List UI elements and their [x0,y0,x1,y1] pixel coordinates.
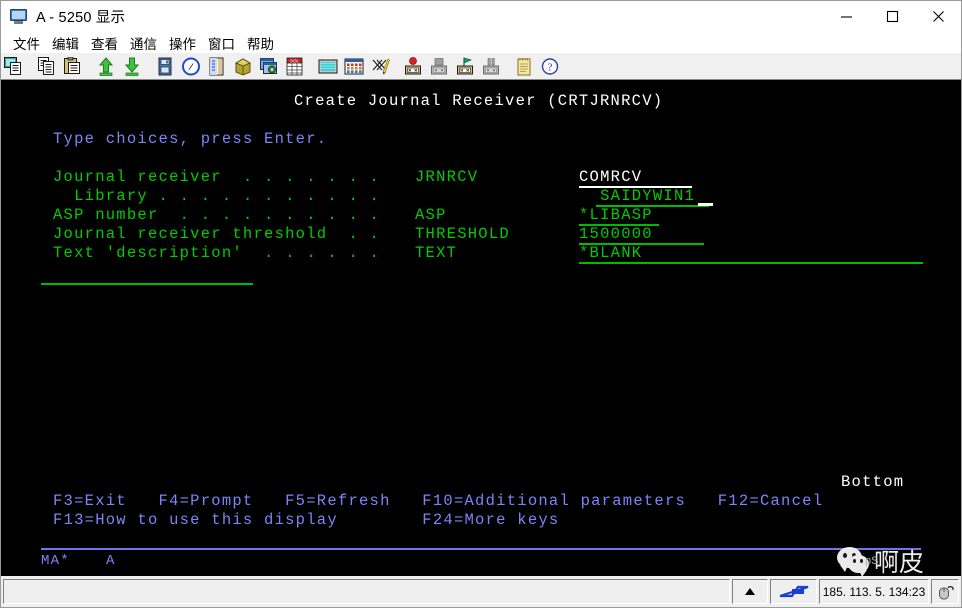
field-keyword-jrnrcv: JRNRCV [415,168,479,186]
field-underline-text-continued [41,283,253,285]
menu-edit[interactable]: 编辑 [46,33,85,53]
toolbar: SQL ? [1,53,961,80]
minimize-button[interactable] [823,1,869,32]
status-divider [41,548,921,550]
status-bar: 185. 113. 5. 134:23 [1,576,961,607]
field-label-threshold: Journal receiver threshold . . [53,225,381,243]
field-label-jrnrcv: Journal receiver . . . . . . . [53,168,381,186]
help-icon[interactable]: ? [537,54,563,79]
field-keyword-threshold: THRESHOLD [415,225,510,243]
close-button[interactable] [915,1,961,32]
title-bar-left: A - 5250 显示 [1,6,125,27]
field-value-threshold[interactable]: 1500000 [579,225,653,244]
screen-instruction: Type choices, press Enter. [53,130,328,148]
field-underline-text [579,262,923,264]
window-title: A - 5250 显示 [36,10,126,26]
watermark-text: 啊皮 [874,549,925,576]
send-file-icon[interactable] [93,54,119,79]
paste-icon[interactable] [60,54,86,79]
field-value-asp[interactable]: *LIBASP [579,206,653,225]
navigate-icon[interactable] [178,54,204,79]
toolbar-separator [504,54,511,79]
field-label-text: Text 'description' . . . . . . [53,244,381,262]
mouse-lock-icon[interactable] [931,579,959,604]
field-value-jrnrcv[interactable]: COMRCV [579,168,642,187]
status-indicator-a: A [106,553,116,569]
network-connected-icon[interactable] [770,579,817,604]
terminal-emulator-window: A - 5250 显示 文件 编辑 查看 通信 操作 窗口 帮助 SQL ? C… [0,0,962,608]
field-keyword-text: TEXT [415,244,458,262]
monitor-icon [10,8,28,25]
svg-text:SQL: SQL [290,58,300,63]
toolbar-separator [308,54,315,79]
terminal-screen[interactable]: Create Journal Receiver (CRTJRNRCV) Type… [1,80,961,576]
field-value-text[interactable]: *BLANK [579,244,642,263]
connection-address: 185. 113. 5. 134:23 [819,579,929,604]
save-icon[interactable] [152,54,178,79]
menu-file[interactable]: 文件 [7,33,46,53]
menu-bar: 文件 编辑 查看 通信 操作 窗口 帮助 [1,32,961,53]
screen-capture-icon[interactable] [315,54,341,79]
menu-communication[interactable]: 通信 [124,33,163,53]
stop-macro-icon[interactable] [426,54,452,79]
toolbar-separator [145,54,152,79]
receive-file-icon[interactable] [119,54,145,79]
display-icon[interactable] [204,54,230,79]
scroll-up-icon[interactable] [732,579,768,604]
watermark-subtext: pS [865,555,879,567]
toolbar-separator [27,54,34,79]
field-label-library: Library . . . . . . . . . . . [53,187,381,205]
menu-actions[interactable]: 操作 [163,33,202,53]
status-message-field [3,579,730,604]
title-bar: A - 5250 显示 [1,1,961,32]
svg-text:?: ? [548,61,553,73]
wechat-logo-icon: pS [837,547,878,576]
pause-macro-icon[interactable] [478,54,504,79]
toolbar-separator [86,54,93,79]
page-indicator: Bottom [841,473,905,491]
field-label-asp: ASP number . . . . . . . . . . [53,206,381,224]
menu-window[interactable]: 窗口 [202,33,241,53]
status-indicator-ma: MA* [41,553,70,569]
package-icon[interactable] [230,54,256,79]
function-keys-line-2[interactable]: F13=How to use this display F24=More key… [53,511,559,530]
copy-screen-icon[interactable] [1,54,27,79]
notepad-icon[interactable] [511,54,537,79]
play-macro-icon[interactable] [452,54,478,79]
window-controls [823,1,961,32]
record-macro-icon[interactable] [400,54,426,79]
text-cursor [698,203,713,206]
menu-view[interactable]: 查看 [85,33,124,53]
menu-help[interactable]: 帮助 [241,33,280,53]
keypad-icon[interactable] [341,54,367,79]
function-keys-line-1[interactable]: F3=Exit F4=Prompt F5=Refresh F10=Additio… [53,492,823,511]
toolbar-separator [393,54,400,79]
maximize-button[interactable] [869,1,915,32]
copy-icon[interactable] [34,54,60,79]
screen-title: Create Journal Receiver (CRTJRNRCV) [294,92,664,110]
wechat-watermark: pS 啊皮 [837,543,924,576]
sql-icon[interactable]: SQL [282,54,308,79]
settings-window-icon[interactable] [256,54,282,79]
field-value-library[interactable]: SAIDYWIN1 [579,187,695,206]
macro-icon[interactable] [367,54,393,79]
field-keyword-asp: ASP [415,206,447,224]
